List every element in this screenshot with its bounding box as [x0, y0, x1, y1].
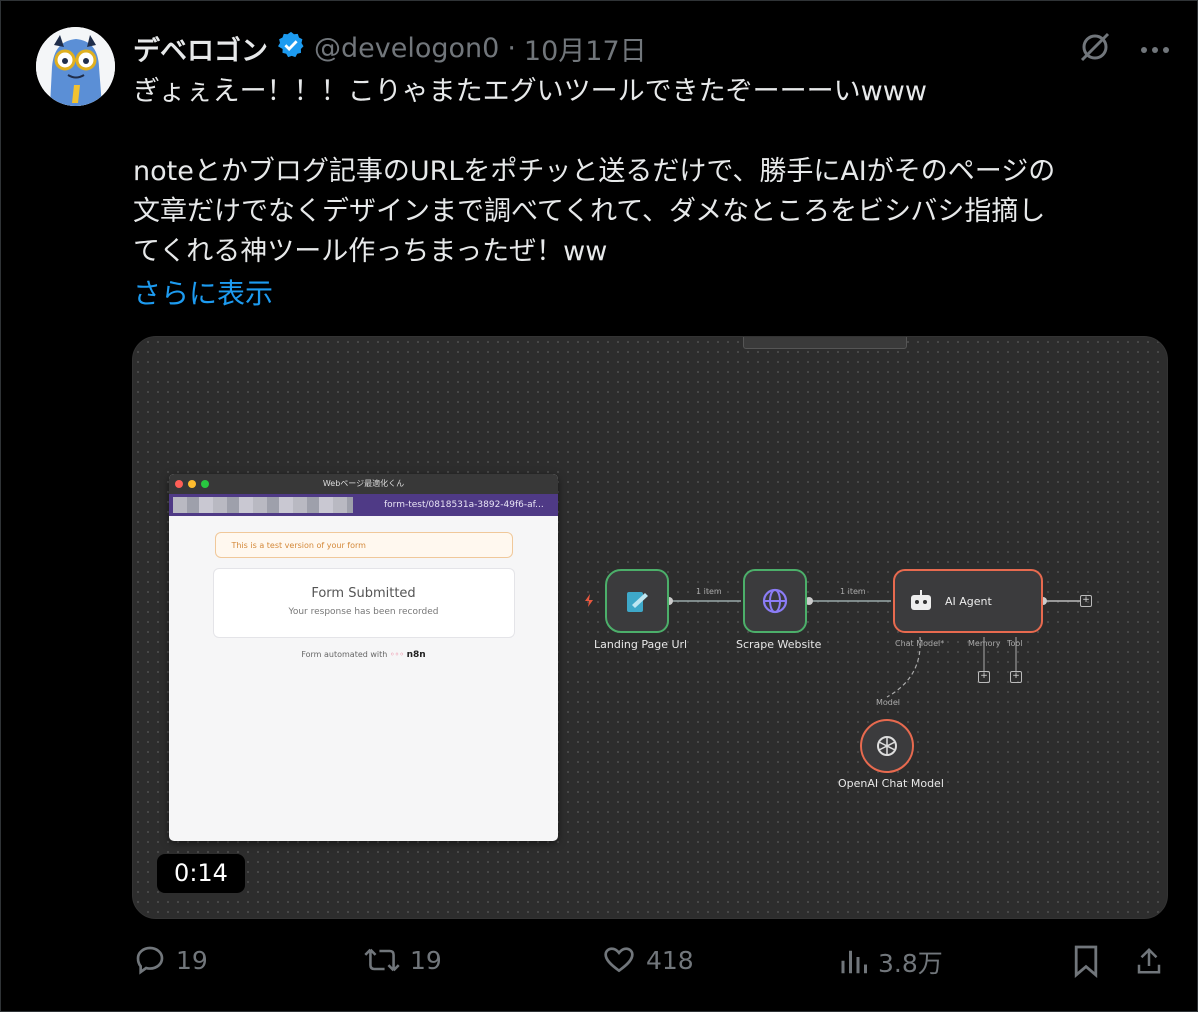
add-tool-icon[interactable]: +: [1010, 671, 1022, 683]
edge-label: 1 item: [840, 587, 866, 596]
agent-node-label: AI Agent: [945, 594, 992, 608]
analytics-icon: [841, 950, 867, 974]
tweet-header: デベロゴン @develogon0 · 10月17日: [133, 29, 647, 68]
tweet-line: noteとかブログ記事のURLをポチッと送るだけで、勝手にAIがそのページの: [133, 156, 1056, 187]
openai-chat-model-node[interactable]: [860, 719, 914, 773]
scrape-node-label: Scrape Website: [736, 638, 822, 651]
grok-icon[interactable]: [1078, 30, 1112, 68]
avatar[interactable]: [36, 27, 115, 106]
heart-icon: [604, 947, 634, 973]
port-tool: Tool: [1007, 639, 1023, 648]
author-name[interactable]: デベロゴン: [133, 29, 268, 68]
edge-label: 1 item: [696, 587, 722, 596]
tweet-text: ぎょぇえー！！！こりゃまたエグいツールできたぞーーーいwww noteとかブログ…: [133, 72, 1163, 272]
reply-count: 19: [176, 945, 208, 975]
views-button[interactable]: 3.8万: [838, 944, 943, 980]
video-timestamp: 0:14: [157, 854, 245, 893]
form-icon: [627, 592, 648, 612]
ai-agent-node[interactable]: AI Agent: [893, 569, 1043, 633]
header-actions: [1078, 30, 1170, 68]
retweet-icon: [364, 948, 400, 972]
tweet-line: ぎょぇえー！！！こりゃまたエグいツールできたぞーーーいwww: [133, 76, 927, 107]
tweet-line: てくれる神ツール作っちまったぜ！ww: [133, 236, 608, 267]
action-bar: 19 19 418 3.8万: [0, 944, 1198, 984]
model-port-label: Model: [876, 698, 901, 707]
reply-icon: [136, 946, 164, 975]
reply-button[interactable]: 19: [134, 944, 208, 976]
add-memory-icon[interactable]: +: [978, 671, 990, 683]
verified-badge-icon: [276, 30, 306, 67]
show-more-link[interactable]: さらに表示: [133, 272, 273, 312]
landing-page-node[interactable]: [605, 569, 669, 633]
view-count: 3.8万: [878, 949, 943, 978]
tweet-date[interactable]: 10月17日: [524, 29, 647, 68]
port-memory: Memory: [968, 639, 1001, 648]
globe-icon: [762, 588, 788, 614]
share-button[interactable]: [1134, 944, 1164, 978]
share-icon: [1137, 947, 1161, 974]
more-options-icon[interactable]: [1140, 40, 1170, 59]
robot-icon: [911, 590, 931, 610]
openai-node-label: OpenAI Chat Model: [838, 777, 944, 790]
port-chat-model: Chat Model*: [895, 639, 945, 648]
tweet-line: 文章だけでなくデザインまで調べてくれて、ダメなところをビシバシ指摘し: [133, 196, 1046, 227]
author-handle[interactable]: @develogon0: [314, 33, 499, 64]
like-button[interactable]: 418: [602, 944, 694, 976]
add-node-icon[interactable]: +: [1080, 595, 1092, 607]
openai-icon: [877, 736, 897, 756]
video-player[interactable]: Webページ最適化くん form-test/0818531a-3892-49f6…: [132, 336, 1168, 919]
bookmark-button[interactable]: [1072, 944, 1100, 978]
separator: ·: [507, 32, 516, 64]
bookmark-icon: [1074, 945, 1098, 978]
retweet-button[interactable]: 19: [364, 944, 442, 976]
retweet-count: 19: [410, 945, 442, 975]
scrape-website-node[interactable]: [743, 569, 807, 633]
landing-node-label: Landing Page Url: [594, 638, 688, 651]
like-count: 418: [646, 945, 694, 975]
